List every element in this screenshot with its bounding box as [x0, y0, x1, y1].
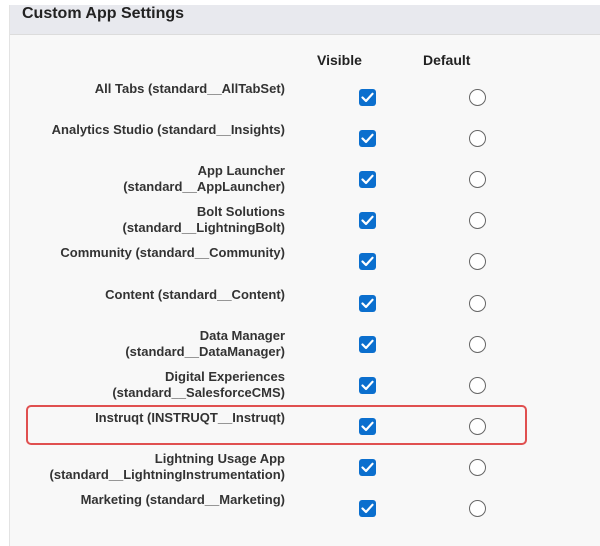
column-header-visible: Visible: [317, 52, 362, 68]
app-row: Digital Experiences (standard__Salesforce…: [0, 369, 600, 409]
app-label-line1: Content (standard__Content): [105, 287, 285, 302]
visible-checkbox[interactable]: [359, 500, 376, 517]
checkmark-icon: [361, 462, 374, 473]
checkmark-icon: [361, 256, 374, 267]
app-label: Lightning Usage App (standard__LightningI…: [50, 451, 285, 483]
checkmark-icon: [361, 380, 374, 391]
column-header-default: Default: [423, 52, 471, 68]
app-label: Marketing (standard__Marketing): [81, 492, 285, 508]
app-label-line1: Lightning Usage App: [154, 451, 285, 466]
app-row: Marketing (standard__Marketing): [0, 492, 600, 532]
app-row: Bolt Solutions (standard__LightningBolt): [0, 204, 600, 244]
default-radio[interactable]: [469, 295, 486, 312]
section-title: Custom App Settings: [22, 5, 185, 22]
default-radio[interactable]: [469, 89, 486, 106]
visible-checkbox[interactable]: [359, 459, 376, 476]
highlight-box: [26, 405, 527, 445]
app-label: Analytics Studio (standard__Insights): [52, 122, 285, 138]
default-radio[interactable]: [469, 212, 486, 229]
app-row: Data Manager (standard__DataManager): [0, 328, 600, 368]
app-row: Lightning Usage App (standard__LightningI…: [0, 451, 600, 491]
app-label-line2: (standard__DataManager): [125, 344, 285, 359]
app-label-line2: (standard__LightningBolt): [122, 220, 286, 235]
checkmark-icon: [361, 503, 374, 514]
app-label: Content (standard__Content): [105, 287, 285, 303]
default-radio[interactable]: [469, 130, 486, 147]
visible-checkbox[interactable]: [359, 295, 376, 312]
checkmark-icon: [361, 174, 374, 185]
visible-checkbox[interactable]: [359, 171, 376, 188]
app-label: Community (standard__Community): [60, 245, 285, 261]
app-row: Community (standard__Community): [0, 245, 600, 285]
checkmark-icon: [361, 215, 374, 226]
app-label: App Launcher (standard__AppLauncher): [123, 163, 285, 195]
app-label-line1: Bolt Solutions: [196, 204, 285, 219]
app-label: Bolt Solutions (standard__LightningBolt): [123, 204, 286, 236]
app-label-line1: Analytics Studio (standard__Insights): [51, 122, 285, 137]
app-label: Data Manager (standard__DataManager): [125, 328, 285, 360]
visible-checkbox[interactable]: [359, 377, 376, 394]
visible-checkbox[interactable]: [359, 253, 376, 270]
app-row: All Tabs (standard__AllTabSet): [0, 81, 600, 121]
visible-checkbox[interactable]: [359, 89, 376, 106]
app-label-line2: (standard__LightningInstrumentation): [49, 467, 285, 482]
default-radio[interactable]: [469, 253, 486, 270]
default-radio[interactable]: [469, 500, 486, 517]
visible-checkbox[interactable]: [359, 130, 376, 147]
checkmark-icon: [361, 92, 374, 103]
checkmark-icon: [361, 339, 374, 350]
visible-checkbox[interactable]: [359, 212, 376, 229]
app-label-line2: (standard__AppLauncher): [123, 179, 285, 194]
app-row: Analytics Studio (standard__Insights): [0, 122, 600, 162]
app-label-line1: Digital Experiences: [165, 369, 285, 384]
default-radio[interactable]: [469, 459, 486, 476]
default-radio[interactable]: [469, 171, 486, 188]
app-row: Content (standard__Content): [0, 287, 600, 327]
app-label-line1: Data Manager: [199, 328, 285, 343]
visible-checkbox[interactable]: [359, 336, 376, 353]
app-label-line1: All Tabs (standard__AllTabSet): [94, 81, 285, 96]
app-label-line1: Community (standard__Community): [60, 245, 285, 260]
app-label: All Tabs (standard__AllTabSet): [95, 81, 285, 97]
default-radio[interactable]: [469, 377, 486, 394]
checkmark-icon: [361, 298, 374, 309]
checkmark-icon: [361, 133, 374, 144]
app-label: Digital Experiences (standard__Salesforce…: [112, 369, 285, 401]
app-label-line1: Marketing (standard__Marketing): [80, 492, 285, 507]
app-label-line1: App Launcher: [197, 163, 285, 178]
app-label-line2: (standard__SalesforceCMS): [112, 385, 285, 400]
default-radio[interactable]: [469, 336, 486, 353]
app-row: App Launcher (standard__AppLauncher): [0, 163, 600, 203]
